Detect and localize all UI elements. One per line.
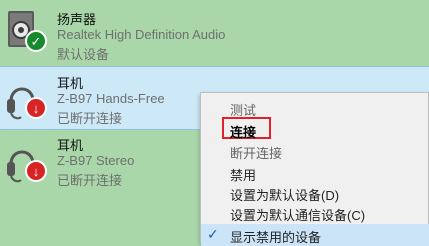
device-status: 已断开连接 (57, 111, 123, 126)
menu-item-set-default-device[interactable]: 设置为默认设备(D) (201, 182, 429, 204)
check-badge-icon: ✓ (25, 30, 47, 52)
menu-item-test[interactable]: 测试 (201, 97, 429, 119)
menu-item-disconnect[interactable]: 断开连接 (201, 140, 429, 162)
device-status: 已断开连接 (57, 173, 123, 188)
menu-item-label: 显示禁用的设备 (230, 230, 322, 245)
device-speaker[interactable]: ✓ 扬声器 Realtek High Definition Audio 默认设备 (0, 0, 429, 66)
device-description: Z-B97 Stereo (57, 153, 135, 168)
disconnected-arrow-icon: ↓ (25, 160, 47, 182)
menu-item-label: 连接 (230, 125, 257, 140)
device-name: 耳机 (57, 138, 84, 153)
device-status: 默认设备 (57, 47, 110, 62)
device-description: Z-B97 Hands-Free (57, 91, 165, 106)
disconnected-arrow-icon: ↓ (25, 97, 47, 119)
headset-icon: ↓ (3, 138, 51, 188)
device-description: Realtek High Definition Audio (57, 27, 226, 42)
menu-item-set-default-communication-device[interactable]: 设置为默认通信设备(C) (201, 202, 429, 224)
menu-item-disable[interactable]: 禁用 (201, 162, 429, 184)
menu-item-label: 断开连接 (230, 146, 283, 161)
checkmark-icon: ✓ (207, 226, 219, 242)
headset-icon: ↓ (3, 75, 51, 125)
speaker-icon: ✓ (3, 8, 51, 58)
device-name: 耳机 (57, 76, 84, 91)
device-name: 扬声器 (57, 12, 97, 27)
menu-item-connect[interactable]: 连接 (201, 117, 429, 141)
context-menu: 测试 连接 断开连接 禁用 设置为默认设备(D) 设置为默认通信设备(C) ✓ … (200, 92, 429, 246)
menu-item-label: 设置为默认通信设备(C) (230, 208, 366, 223)
